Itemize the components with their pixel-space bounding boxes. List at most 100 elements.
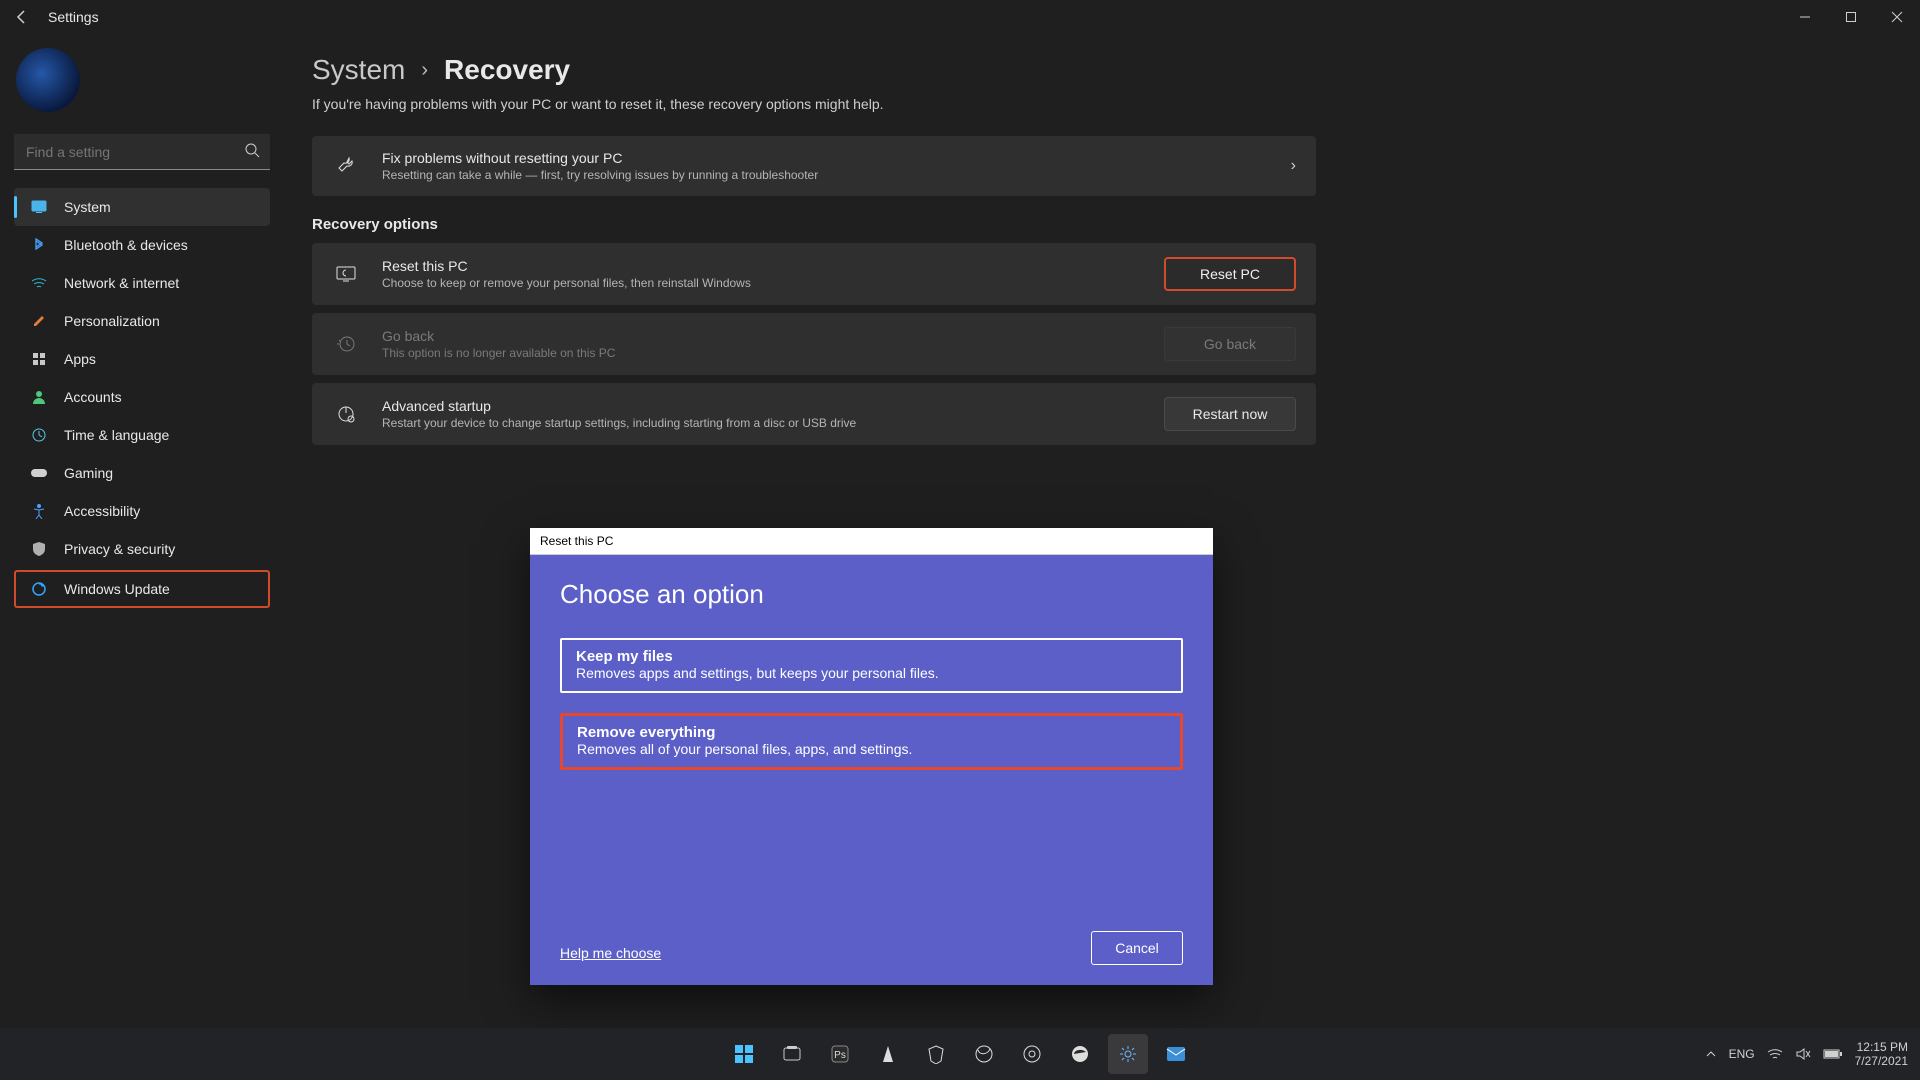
sidebar-item-label: Personalization bbox=[64, 313, 160, 329]
wrench-icon bbox=[332, 152, 360, 180]
tray-date: 7/27/2021 bbox=[1855, 1054, 1908, 1068]
restart-now-button[interactable]: Restart now bbox=[1164, 397, 1296, 431]
chrome-icon bbox=[1022, 1044, 1042, 1064]
sidebar-item-privacy[interactable]: Privacy & security bbox=[14, 530, 270, 568]
sidebar-item-label: Apps bbox=[64, 351, 96, 367]
card-advanced-startup: Advanced startup Restart your device to … bbox=[312, 383, 1316, 445]
chevron-right-icon: › bbox=[1291, 157, 1296, 175]
sidebar-item-apps[interactable]: Apps bbox=[14, 340, 270, 378]
update-icon bbox=[28, 578, 50, 600]
card-fix-problems[interactable]: Fix problems without resetting your PC R… bbox=[312, 136, 1316, 196]
sidebar-item-label: Gaming bbox=[64, 465, 113, 481]
cancel-button[interactable]: Cancel bbox=[1091, 931, 1183, 965]
sidebar-item-label: Windows Update bbox=[64, 581, 170, 597]
reset-pc-icon bbox=[332, 260, 360, 288]
card-desc: Choose to keep or remove your personal f… bbox=[382, 276, 1164, 290]
option-remove-everything[interactable]: Remove everything Removes all of your pe… bbox=[560, 713, 1183, 770]
app-title: Settings bbox=[48, 9, 99, 25]
go-back-button: Go back bbox=[1164, 327, 1296, 361]
tray-time: 12:15 PM bbox=[1855, 1040, 1908, 1054]
history-icon bbox=[332, 330, 360, 358]
page-title: Recovery bbox=[444, 54, 570, 86]
avatar[interactable] bbox=[16, 48, 80, 112]
chevron-right-icon: › bbox=[421, 59, 428, 82]
back-button[interactable] bbox=[8, 3, 36, 31]
taskbar-app-1[interactable]: Ps bbox=[820, 1034, 860, 1074]
taskbar-app-4[interactable] bbox=[964, 1034, 1004, 1074]
tray-chevron-up-icon[interactable] bbox=[1705, 1048, 1717, 1060]
sidebar-item-bluetooth[interactable]: Bluetooth & devices bbox=[14, 226, 270, 264]
tray-clock[interactable]: 12:15 PM 7/27/2021 bbox=[1855, 1040, 1908, 1068]
reset-pc-button[interactable]: Reset PC bbox=[1164, 257, 1296, 291]
arrow-left-icon bbox=[14, 9, 30, 25]
sidebar-item-time-language[interactable]: Time & language bbox=[14, 416, 270, 454]
option-title: Remove everything bbox=[577, 724, 1166, 741]
dialog-heading: Choose an option bbox=[560, 579, 1183, 610]
battery-icon[interactable] bbox=[1823, 1048, 1843, 1060]
apps-icon bbox=[28, 348, 50, 370]
option-keep-my-files[interactable]: Keep my files Removes apps and settings,… bbox=[560, 638, 1183, 693]
system-tray: ENG 12:15 PM 7/27/2021 bbox=[1705, 1040, 1908, 1068]
start-button[interactable] bbox=[724, 1034, 764, 1074]
edge-icon bbox=[1070, 1044, 1090, 1064]
brave-icon bbox=[926, 1044, 946, 1064]
taskbar-task-view[interactable] bbox=[772, 1034, 812, 1074]
reset-pc-dialog: Reset this PC Choose an option Keep my f… bbox=[530, 528, 1213, 985]
search-icon bbox=[244, 142, 260, 158]
maximize-button[interactable] bbox=[1828, 0, 1874, 34]
app-icon: Ps bbox=[830, 1044, 850, 1064]
sidebar-item-label: Time & language bbox=[64, 427, 169, 443]
sidebar-item-label: System bbox=[64, 199, 111, 215]
sidebar-item-accessibility[interactable]: Accessibility bbox=[14, 492, 270, 530]
sidebar-item-label: Accessibility bbox=[64, 503, 140, 519]
card-go-back: Go back This option is no longer availab… bbox=[312, 313, 1316, 375]
breadcrumb-parent[interactable]: System bbox=[312, 54, 405, 86]
taskbar-mail[interactable] bbox=[1156, 1034, 1196, 1074]
volume-muted-icon[interactable] bbox=[1795, 1047, 1811, 1061]
sidebar-item-gaming[interactable]: Gaming bbox=[14, 454, 270, 492]
minimize-button[interactable] bbox=[1782, 0, 1828, 34]
option-title: Keep my files bbox=[576, 648, 1167, 665]
windows-icon bbox=[733, 1043, 755, 1065]
gear-icon bbox=[1118, 1044, 1138, 1064]
card-desc: Restart your device to change startup se… bbox=[382, 416, 1164, 430]
titlebar: Settings bbox=[0, 0, 1920, 34]
card-desc: Resetting can take a while — first, try … bbox=[382, 168, 1291, 182]
mail-icon bbox=[1165, 1045, 1187, 1063]
close-icon bbox=[1891, 11, 1903, 23]
taskbar-app-6[interactable] bbox=[1060, 1034, 1100, 1074]
card-title: Reset this PC bbox=[382, 258, 1164, 274]
wifi-icon bbox=[28, 272, 50, 294]
sidebar-item-accounts[interactable]: Accounts bbox=[14, 378, 270, 416]
sidebar-item-system[interactable]: System bbox=[14, 188, 270, 226]
gamepad-icon bbox=[28, 462, 50, 484]
wifi-icon[interactable] bbox=[1767, 1047, 1783, 1061]
breadcrumb: System › Recovery bbox=[312, 54, 1920, 86]
accessibility-icon bbox=[28, 500, 50, 522]
tray-language[interactable]: ENG bbox=[1729, 1047, 1755, 1061]
brush-icon bbox=[28, 310, 50, 332]
sidebar-item-personalization[interactable]: Personalization bbox=[14, 302, 270, 340]
firefox-icon bbox=[974, 1044, 994, 1064]
maximize-icon bbox=[1845, 11, 1857, 23]
sidebar-item-windows-update[interactable]: Windows Update bbox=[14, 570, 270, 608]
section-heading: Recovery options bbox=[312, 216, 1920, 233]
sidebar-item-label: Privacy & security bbox=[64, 541, 175, 557]
task-view-icon bbox=[782, 1044, 802, 1064]
taskbar-app-2[interactable] bbox=[868, 1034, 908, 1074]
taskbar-settings[interactable] bbox=[1108, 1034, 1148, 1074]
nav-list: System Bluetooth & devices Network & int… bbox=[14, 188, 270, 608]
close-button[interactable] bbox=[1874, 0, 1920, 34]
taskbar-app-5[interactable] bbox=[1012, 1034, 1052, 1074]
taskbar: Ps ENG 12:15 PM 7/27/2021 bbox=[0, 1028, 1920, 1080]
sidebar-item-network[interactable]: Network & internet bbox=[14, 264, 270, 302]
taskbar-app-3[interactable] bbox=[916, 1034, 956, 1074]
help-me-choose-link[interactable]: Help me choose bbox=[560, 945, 661, 961]
taskbar-center: Ps bbox=[724, 1034, 1196, 1074]
sidebar-item-label: Network & internet bbox=[64, 275, 179, 291]
svg-text:Ps: Ps bbox=[834, 1050, 846, 1061]
sidebar-item-label: Accounts bbox=[64, 389, 122, 405]
card-title: Fix problems without resetting your PC bbox=[382, 150, 1291, 166]
power-gear-icon bbox=[332, 400, 360, 428]
search-input[interactable] bbox=[14, 134, 270, 170]
